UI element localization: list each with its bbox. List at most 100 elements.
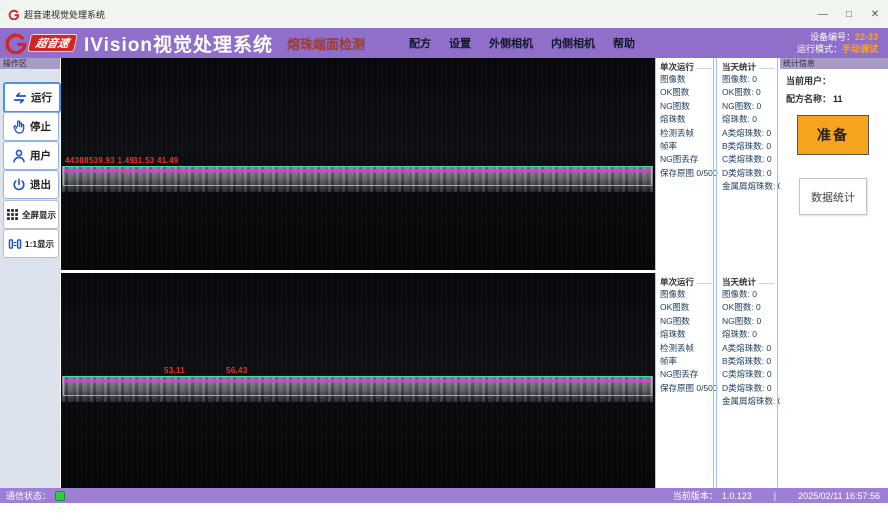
header-bar: 超音速 IVision视觉处理系统 熔珠端面检测 配方 设置 外侧相机 内侧相机… <box>0 28 888 58</box>
stat-row: 检测丢帧 <box>660 127 714 140</box>
hand-stop-icon <box>11 119 27 135</box>
device-number-value: 22-33 <box>855 32 878 42</box>
version-value: 1.0.123 <box>722 491 752 501</box>
app-logo-icon <box>8 9 19 20</box>
status-bar: 通信状态： 当前版本： 1.0.123 | 2025/02/11 16:57:5… <box>0 488 888 503</box>
single-run-title: 单次运行 <box>660 276 694 288</box>
stop-button-label: 停止 <box>30 119 51 134</box>
measurement-annotation: 53.11 <box>164 366 185 375</box>
comm-status-label: 通信状态： <box>6 489 51 502</box>
stat-row: 保存原图 0/500 <box>660 167 714 180</box>
info-panel: 统计信息 当前用户： 配方名称：11 准备 数据统计 <box>780 58 888 488</box>
stat-row: 熔珠数: 0 <box>722 113 776 126</box>
divider <box>716 58 717 488</box>
single-run-stats: 单次运行 图像数 OK图数 NG图数 熔珠数 检测丢帧 帧率 NG图丢存 保存原… <box>656 273 714 488</box>
run-mode-value: 手动调试 <box>842 44 878 54</box>
brand-swirl-icon <box>3 32 27 54</box>
device-info: 设备编号：22-33 运行模式：手动调试 <box>797 31 878 55</box>
single-run-title: 单次运行 <box>660 61 694 73</box>
bead-detect-box <box>63 376 652 396</box>
fullscreen-grid-icon <box>6 208 19 221</box>
one-to-one-icon <box>8 237 22 251</box>
window-title: 超音速视觉处理系统 <box>24 8 105 21</box>
prepare-button[interactable]: 准备 <box>797 115 869 155</box>
app-subtitle: 熔珠端面检测 <box>287 34 365 53</box>
close-button[interactable]: ✕ <box>866 6 884 22</box>
run-mode-label: 运行模式： <box>797 44 842 54</box>
measurement-annotation: 31.53 41.49 <box>133 156 179 165</box>
today-stats: 当天统计 图像数: 0 OK图数: 0 NG图数: 0 熔珠数: 0 A类熔珠数… <box>718 273 776 488</box>
stats-block-bottom: 单次运行 图像数 OK图数 NG图数 熔珠数 检测丢帧 帧率 NG图丢存 保存原… <box>655 273 781 488</box>
menu-inner-camera[interactable]: 内侧相机 <box>551 35 595 51</box>
stat-row: 检测丢帧 <box>660 342 714 355</box>
stat-row: 图像数: 0 <box>722 288 776 301</box>
stat-row: NG图丢存 <box>660 153 714 166</box>
recipe-name-label: 配方名称： <box>786 94 831 104</box>
camera-viewport-top: 44388539.93 1.49 31.53 41.49 <box>61 58 655 270</box>
menu-outer-camera[interactable]: 外侧相机 <box>489 35 533 51</box>
run-icon <box>12 90 28 106</box>
maximize-button[interactable]: □ <box>840 6 858 22</box>
recipe-name-value: 11 <box>833 94 843 104</box>
user-button[interactable]: 用户 <box>3 141 59 170</box>
stat-row: 图像数 <box>660 288 714 301</box>
stat-row: NG图数: 0 <box>722 315 776 328</box>
today-stats-title: 当天统计 <box>722 276 756 288</box>
divider <box>713 58 714 488</box>
app-title: IVision视觉处理系统 <box>84 30 273 57</box>
one-to-one-button-label: 1:1显示 <box>25 238 54 250</box>
menu-help[interactable]: 帮助 <box>613 35 635 51</box>
user-button-label: 用户 <box>30 148 51 163</box>
camera-viewport-bottom: 53.11 56.43 <box>61 273 655 488</box>
stat-row: 金属屑熔珠数: 0 <box>722 395 776 408</box>
title-bar: 超音速视觉处理系统 — □ ✕ <box>0 0 888 28</box>
stat-row: 熔珠数 <box>660 328 714 341</box>
stat-row: OK图数 <box>660 301 714 314</box>
minimize-button[interactable]: — <box>814 6 832 22</box>
user-icon <box>11 148 27 164</box>
stat-row: NG图数: 0 <box>722 100 776 113</box>
fullscreen-button[interactable]: 全屏显示 <box>3 200 59 229</box>
divider <box>777 58 778 488</box>
stop-button[interactable]: 停止 <box>3 112 59 141</box>
stat-row: NG图丢存 <box>660 368 714 381</box>
datetime: 2025/02/11 16:57:56 <box>798 491 880 501</box>
stat-row: A类熔珠数: 0 <box>722 342 776 355</box>
power-icon <box>11 177 27 193</box>
exit-button-label: 退出 <box>30 177 51 192</box>
comm-status-indicator <box>55 491 65 501</box>
fullscreen-button-label: 全屏显示 <box>22 209 56 221</box>
menu-recipe[interactable]: 配方 <box>409 35 431 51</box>
menu-settings[interactable]: 设置 <box>449 35 471 51</box>
stat-row: NG图数 <box>660 315 714 328</box>
stat-row: B类熔珠数: 0 <box>722 355 776 368</box>
stat-row: OK图数 <box>660 86 714 99</box>
one-to-one-button[interactable]: 1:1显示 <box>3 229 59 258</box>
run-button[interactable]: 运行 <box>3 82 61 113</box>
stat-row: C类熔珠数: 0 <box>722 153 776 166</box>
stat-row: 帧率 <box>660 140 714 153</box>
stat-row: 金属屑熔珠数: 0 <box>722 180 776 193</box>
stat-row: 图像数 <box>660 73 714 86</box>
measurement-annotation: 44388539.93 1.49 <box>65 156 134 165</box>
stat-row: 熔珠数 <box>660 113 714 126</box>
sidebar-title: 操作区 <box>0 58 60 69</box>
menu-bar: 配方 设置 外侧相机 内侧相机 帮助 <box>409 35 635 51</box>
today-stats-title: 当天统计 <box>722 61 756 73</box>
stat-row: 图像数: 0 <box>722 73 776 86</box>
stat-row: OK图数: 0 <box>722 86 776 99</box>
stat-row: 熔珠数: 0 <box>722 328 776 341</box>
stat-row: D类熔珠数: 0 <box>722 382 776 395</box>
data-statistics-button[interactable]: 数据统计 <box>799 178 867 215</box>
bead-detect-box <box>63 166 652 186</box>
app-window: 超音速视觉处理系统 — □ ✕ 超音速 IVision视觉处理系统 熔珠端面检测… <box>0 0 888 522</box>
today-stats: 当天统计 图像数: 0 OK图数: 0 NG图数: 0 熔珠数: 0 A类熔珠数… <box>718 58 776 270</box>
separator: | <box>774 491 776 501</box>
stat-row: 保存原图 0/500 <box>660 382 714 395</box>
stat-row: C类熔珠数: 0 <box>722 368 776 381</box>
device-number-label: 设备编号： <box>810 32 855 42</box>
exit-button[interactable]: 退出 <box>3 170 59 199</box>
stat-row: NG图数 <box>660 100 714 113</box>
info-panel-title: 统计信息 <box>780 58 888 69</box>
version-label: 当前版本： <box>673 489 718 502</box>
